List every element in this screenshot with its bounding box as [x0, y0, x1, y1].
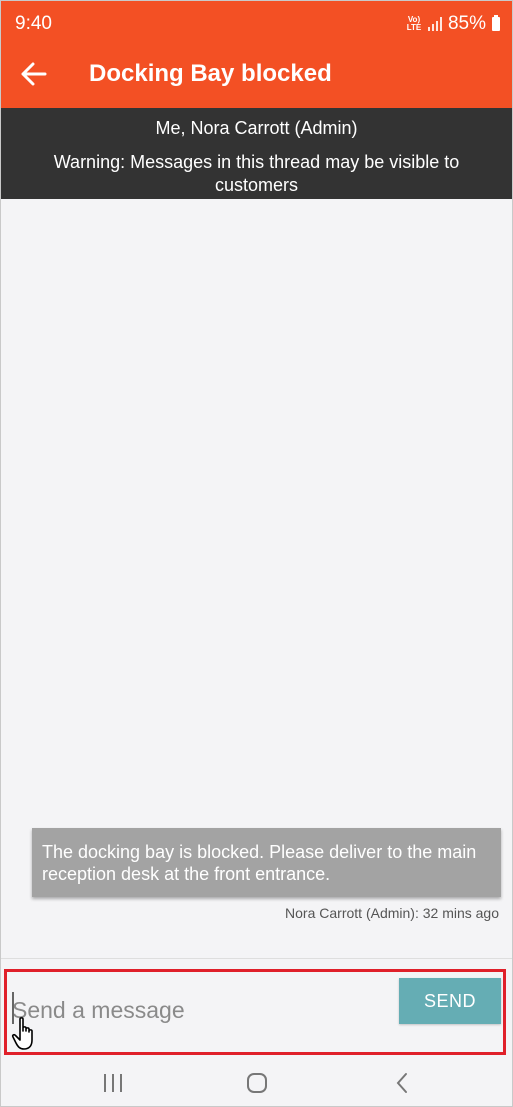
- message-meta: Nora Carrott (Admin): 32 mins ago: [285, 905, 499, 921]
- hand-pointer-icon: [11, 1017, 33, 1050]
- thread-info-bar: Me, Nora Carrott (Admin) Warning: Messag…: [1, 108, 512, 199]
- message-bubble: The docking bay is blocked. Please deliv…: [32, 828, 501, 897]
- recent-apps-icon[interactable]: [101, 1072, 125, 1094]
- composer-divider: [1, 958, 512, 959]
- phone-screen: 9:40 Vo) LTE 85% Docking Bay blocked Me, …: [0, 0, 513, 1107]
- volte-icon: Vo) LTE: [406, 15, 422, 32]
- app-bar: 9:40 Vo) LTE 85% Docking Bay blocked: [1, 1, 512, 108]
- message-input[interactable]: [12, 990, 382, 1030]
- system-nav-bar: [1, 1059, 512, 1106]
- battery-icon: [492, 15, 500, 31]
- back-icon[interactable]: [394, 1072, 410, 1094]
- send-button[interactable]: SEND: [399, 978, 501, 1024]
- page-title: Docking Bay blocked: [89, 60, 332, 87]
- battery-level: 85%: [447, 13, 486, 34]
- home-icon[interactable]: [246, 1072, 268, 1094]
- status-icons: Vo) LTE 85%: [406, 13, 500, 35]
- signal-icon: [427, 17, 442, 31]
- message-composer: SEND: [4, 969, 506, 1055]
- arrow-left-icon[interactable]: [21, 61, 47, 87]
- status-time: 9:40: [15, 13, 52, 34]
- visibility-warning: Warning: Messages in this thread may be …: [53, 152, 460, 195]
- participants-label: Me, Nora Carrott (Admin): [155, 118, 358, 138]
